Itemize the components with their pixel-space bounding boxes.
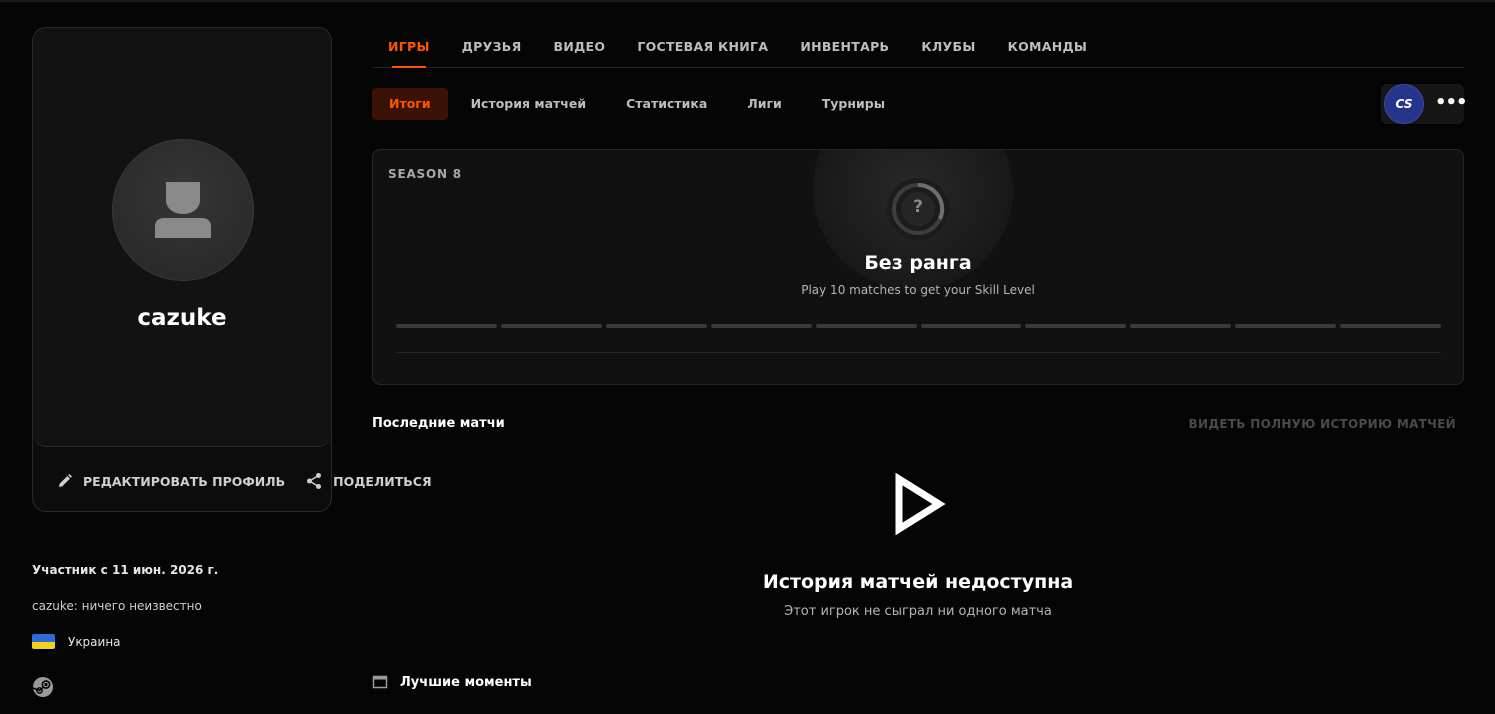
subtab-match-history[interactable]: История матчей	[454, 88, 604, 120]
empty-history-subtitle: Этот игрок не сыграл ни одного матча	[784, 604, 1052, 619]
play-icon	[895, 473, 946, 535]
calendar-icon	[372, 675, 388, 689]
username: cazuke	[137, 305, 227, 331]
tab-inventory[interactable]: ИНВЕНТАРЬ	[784, 28, 905, 68]
tab-friends[interactable]: ДРУЗЬЯ	[446, 28, 538, 68]
skill-level-segment	[1130, 324, 1232, 328]
steam-icon[interactable]	[32, 676, 54, 698]
recent-matches-title: Последние матчи	[372, 416, 505, 431]
rank-question-mark: ?	[913, 197, 923, 217]
skill-level-segment	[1025, 324, 1127, 328]
highlights-title: Лучшие моменты	[400, 674, 532, 690]
profile-bio: cazuke: ничего неизвестно	[32, 599, 202, 613]
season-divider	[396, 352, 1441, 353]
country-label: Украина	[68, 634, 121, 649]
skill-level-segment	[920, 324, 1022, 328]
profile-card: cazuke РЕДАКТИРОВАТЬ ПРОФИЛЬ ПОДЕЛИТЬСЯ	[32, 27, 432, 512]
rank-subtitle: Play 10 matches to get your Skill Level	[801, 283, 1035, 297]
subtab-tournaments[interactable]: Турниры	[805, 88, 902, 120]
subtab-leagues[interactable]: Лиги	[730, 88, 798, 120]
skill-level-segment	[815, 324, 917, 328]
more-dots-icon[interactable]: •••	[1435, 94, 1468, 112]
tab-clubs[interactable]: КЛУБЫ	[905, 28, 991, 68]
season-card: SEASON 8 ? Без ранга Play 10 matches to …	[372, 149, 1464, 385]
profile-actions: РЕДАКТИРОВАТЬ ПРОФИЛЬ ПОДЕЛИТЬСЯ	[57, 470, 432, 492]
sub-tabs: Итоги История матчей Статистика Лиги Тур…	[372, 88, 908, 120]
share-icon	[307, 473, 322, 489]
rank-title: Без ранга	[864, 252, 972, 274]
tab-games[interactable]: ИГРЫ	[372, 28, 446, 68]
skill-level-segment	[605, 324, 707, 328]
game-switcher[interactable]: CS •••	[1381, 84, 1468, 124]
cs-game-logo[interactable]: CS	[1384, 84, 1424, 124]
avatar	[112, 139, 254, 281]
user-placeholder-icon	[155, 182, 211, 238]
season-label: SEASON 8	[388, 167, 462, 181]
subtab-stats[interactable]: Статистика	[609, 88, 724, 120]
share-button[interactable]: ПОДЕЛИТЬСЯ	[305, 472, 432, 490]
skill-level-segment	[1340, 324, 1442, 328]
empty-history-title: История матчей недоступна	[762, 571, 1074, 593]
main-tabs: ИГРЫ ДРУЗЬЯ ВИДЕО ГОСТЕВАЯ КНИГА ИНВЕНТА…	[372, 28, 1464, 68]
full-history-link[interactable]: ВИДЕТЬ ПОЛНУЮ ИСТОРИЮ МАТЧЕЙ	[1189, 417, 1456, 431]
subtab-overview[interactable]: Итоги	[372, 88, 448, 120]
skill-level-segment	[1235, 324, 1337, 328]
ukraine-flag-icon	[32, 634, 55, 649]
top-divider	[0, 0, 1495, 2]
country: Украина	[32, 634, 121, 649]
skill-level-segment	[710, 324, 812, 328]
highlights-section: Лучшие моменты	[372, 674, 532, 690]
skill-level-bars	[396, 324, 1442, 328]
profile-header: cazuke	[33, 28, 331, 447]
skill-level-segment	[500, 324, 602, 328]
member-since: Участник с 11 июн. 2026 г.	[32, 563, 219, 577]
tab-videos[interactable]: ВИДЕО	[538, 28, 622, 68]
edit-profile-button[interactable]: РЕДАКТИРОВАТЬ ПРОФИЛЬ	[57, 473, 285, 489]
tab-guestbook[interactable]: ГОСТЕВАЯ КНИГА	[621, 28, 784, 68]
edit-profile-label: РЕДАКТИРОВАТЬ ПРОФИЛЬ	[83, 473, 286, 489]
tab-teams[interactable]: КОМАНДЫ	[992, 28, 1104, 68]
pencil-icon	[59, 474, 72, 487]
skill-level-segment	[396, 324, 497, 328]
share-label: ПОДЕЛИТЬСЯ	[333, 473, 432, 489]
